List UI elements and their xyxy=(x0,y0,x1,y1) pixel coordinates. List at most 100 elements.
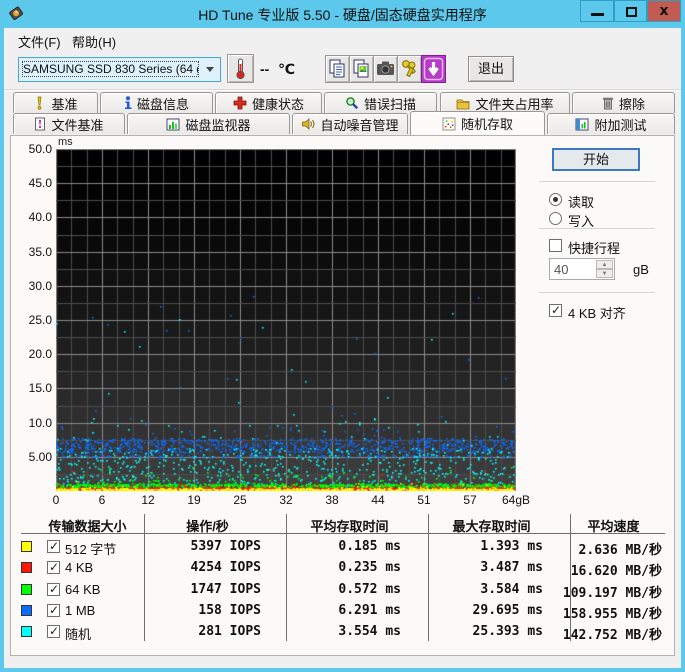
options-button[interactable] xyxy=(397,55,422,83)
series-visible-checkbox[interactable] xyxy=(47,604,60,617)
access-time-scatter-chart xyxy=(56,149,516,491)
file-benchmark-icon xyxy=(34,117,46,131)
maximize-button[interactable] xyxy=(614,0,647,22)
tab-aam[interactable]: 自动噪音管理 xyxy=(292,113,408,134)
tab-random-access[interactable]: 随机存取 xyxy=(410,111,545,135)
x-tick-label: 25 xyxy=(220,493,260,507)
tab-disk-info[interactable]: 磁盘信息 xyxy=(100,92,213,113)
toolbar-separator xyxy=(4,89,681,91)
copy-image-button[interactable] xyxy=(349,55,374,83)
series-label: 64 KB xyxy=(65,582,100,597)
tab-label: 附加测试 xyxy=(594,115,646,134)
spin-down-button[interactable]: ▼ xyxy=(596,269,613,278)
separator xyxy=(539,228,655,230)
temperature-button[interactable] xyxy=(227,54,254,83)
ops-value: 5397 IOPS xyxy=(154,539,261,554)
series-color-swatch xyxy=(21,626,32,637)
copy-text-button[interactable] xyxy=(325,55,350,83)
tab-label: 自动噪音管理 xyxy=(320,115,398,134)
avg-speed-value: 16.620 MB/秒 xyxy=(551,560,662,579)
tab-extra-tests[interactable]: 附加测试 xyxy=(547,113,675,134)
screenshot-button[interactable] xyxy=(373,55,398,83)
tab-file-benchmark[interactable]: 文件基准 xyxy=(13,113,125,134)
write-radio[interactable] xyxy=(549,212,562,225)
client-area: 文件(F) 帮助(H) SAMSUNG SSD 830 Series (64 g… xyxy=(4,28,681,668)
tab-error-scan[interactable]: 错误扫描 xyxy=(324,92,437,113)
disk-info-icon xyxy=(124,96,132,110)
y-axis-labels: 50.045.040.035.030.025.020.015.010.05.00 xyxy=(11,149,52,491)
aam-icon xyxy=(301,117,315,131)
tab-label: 基准 xyxy=(51,94,77,113)
tab-label: 磁盘信息 xyxy=(137,94,189,113)
series-label: 1 MB xyxy=(65,603,95,618)
y-tick-label: 20.0 xyxy=(11,347,52,361)
close-button[interactable]: x xyxy=(647,0,681,22)
extra-tests-icon xyxy=(575,118,589,131)
series-visible-checkbox[interactable] xyxy=(47,540,60,553)
series-color-swatch xyxy=(21,562,32,573)
x-tick-label: 32 xyxy=(266,493,306,507)
health-icon xyxy=(233,96,247,110)
read-radio[interactable] xyxy=(549,193,562,206)
tab-disk-monitor[interactable]: 磁盘监视器 xyxy=(127,113,290,134)
max-access-value: 1.393 ms xyxy=(436,539,543,554)
x-tick-label: 38 xyxy=(312,493,352,507)
short-stroke-checkbox[interactable] xyxy=(549,239,562,252)
temperature-value: -- xyxy=(260,61,269,77)
x-tick-label: 51 xyxy=(404,493,444,507)
max-access-value: 25.393 ms xyxy=(436,624,543,639)
error-scan-icon xyxy=(345,96,359,110)
max-access-value: 3.584 ms xyxy=(436,582,543,597)
exit-button[interactable]: 退出 xyxy=(468,56,514,82)
y-tick-label: 15.0 xyxy=(11,381,52,395)
separator xyxy=(539,292,655,294)
toolbar: SAMSUNG SSD 830 Series (64 gB) -- ℃ xyxy=(4,50,681,91)
short-stroke-unit: gB xyxy=(633,262,649,277)
random-access-icon xyxy=(442,117,456,131)
title-bar: HD Tune 专业版 5.50 - 硬盘/固态硬盘实用程序 x xyxy=(0,0,685,28)
series-visible-checkbox[interactable] xyxy=(47,583,60,596)
x-tick-label: 19 xyxy=(174,493,214,507)
avg-access-value: 0.235 ms xyxy=(294,560,401,575)
benchmark-icon xyxy=(33,96,46,110)
align-4kb-checkbox[interactable] xyxy=(549,304,562,317)
copy-text-icon xyxy=(326,56,349,82)
tab-folder-usage[interactable]: 文件夹占用率 xyxy=(440,92,570,113)
column-separator xyxy=(144,514,145,641)
spin-up-button[interactable]: ▲ xyxy=(596,260,613,269)
separator xyxy=(539,181,655,183)
series-color-swatch xyxy=(21,584,32,595)
y-tick-label: 35.0 xyxy=(11,245,52,259)
start-button[interactable]: 开始 xyxy=(552,148,640,171)
column-separator xyxy=(286,514,287,641)
avg-access-value: 0.572 ms xyxy=(294,582,401,597)
y-tick-label: 50.0 xyxy=(11,142,52,156)
download-arrow-icon xyxy=(422,56,445,82)
series-label: 随机 xyxy=(65,624,91,643)
copy-image-icon xyxy=(350,56,373,82)
short-stroke-size-input[interactable]: 40 ▲ ▼ xyxy=(549,258,615,280)
y-tick-label: 5.00 xyxy=(11,450,52,464)
header-underline xyxy=(21,533,665,534)
avg-speed-value: 109.197 MB/秒 xyxy=(551,582,662,601)
update-button[interactable] xyxy=(421,55,446,83)
tab-health[interactable]: 健康状态 xyxy=(215,92,322,113)
tab-label: 随机存取 xyxy=(461,114,513,133)
avg-speed-value: 2.636 MB/秒 xyxy=(551,539,662,558)
series-visible-checkbox[interactable] xyxy=(47,625,60,638)
x-tick-label: 12 xyxy=(128,493,168,507)
minimize-button[interactable] xyxy=(580,0,614,22)
series-visible-checkbox[interactable] xyxy=(47,561,60,574)
tab-benchmark[interactable]: 基准 xyxy=(13,92,98,113)
tab-erase[interactable]: 擦除 xyxy=(572,92,675,113)
drive-select-value: SAMSUNG SSD 830 Series (64 gB) xyxy=(23,62,198,76)
thermometer-icon xyxy=(228,55,253,82)
disk-monitor-icon xyxy=(166,118,180,131)
app-window: HD Tune 专业版 5.50 - 硬盘/固态硬盘实用程序 x 文件(F) 帮… xyxy=(0,0,685,672)
y-tick-label: 40.0 xyxy=(11,210,52,224)
align-4kb-label: 4 KB 对齐 xyxy=(568,303,626,322)
series-label: 512 字节 xyxy=(65,539,116,558)
keys-icon xyxy=(398,56,421,82)
drive-select-dropdown[interactable]: SAMSUNG SSD 830 Series (64 gB) xyxy=(18,57,221,82)
ops-value: 281 IOPS xyxy=(154,624,261,639)
